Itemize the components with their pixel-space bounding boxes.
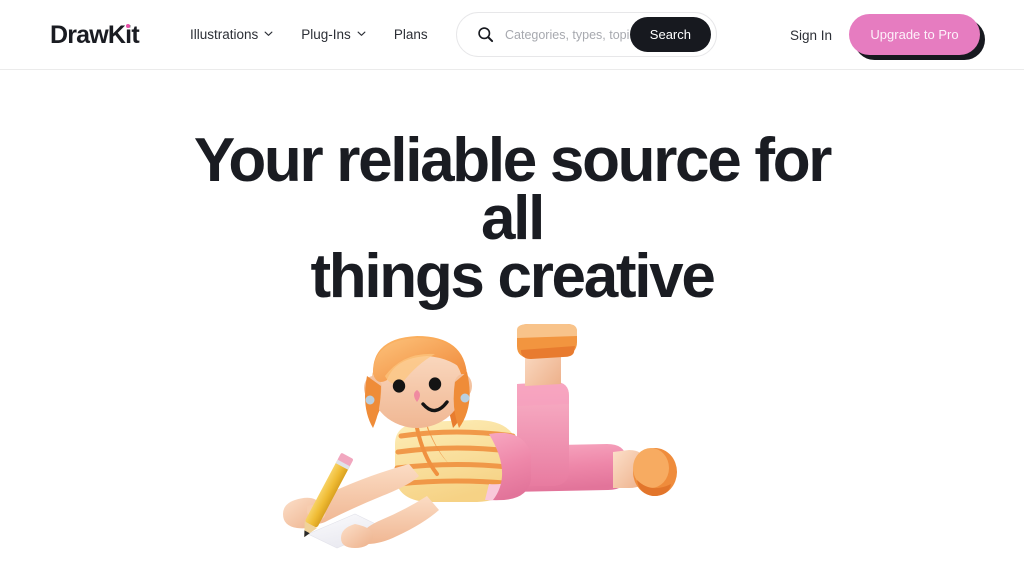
headline-line-1: Your reliable source for all (193, 126, 832, 253)
search-icon (477, 26, 494, 43)
upgrade-to-pro-button[interactable]: Upgrade to Pro (849, 14, 980, 55)
head (364, 336, 472, 428)
chevron-down-icon (357, 29, 366, 38)
upgrade-to-pro: Upgrade to Pro (849, 14, 985, 60)
nav-item-plug-ins[interactable]: Plug-Ins (301, 26, 366, 43)
page-title: Your reliable source for all things crea… (162, 70, 862, 311)
nav-item-illustrations[interactable]: Illustrations (190, 26, 273, 43)
main-nav: Illustrations Plug-Ins Plans (190, 26, 428, 43)
nav-item-plans[interactable]: Plans (394, 26, 428, 43)
search-input[interactable] (505, 27, 630, 42)
nav-item-label: Illustrations (190, 27, 259, 42)
sign-in-link[interactable]: Sign In (790, 27, 832, 44)
girl-drawing-3d-illustration (283, 324, 677, 549)
chevron-down-icon (264, 29, 273, 38)
hero-illustration-container (0, 324, 1024, 556)
torso-shirt (394, 420, 520, 502)
search-bar[interactable]: Search (456, 12, 717, 57)
hero-section: Your reliable source for all things crea… (0, 70, 1024, 568)
search-button[interactable]: Search (629, 17, 711, 52)
logo[interactable]: DrawKit (50, 21, 140, 49)
site-header: DrawKit Illustrations Plug-Ins Plans Cat… (0, 0, 1024, 70)
headline-line-2: things creative (310, 242, 715, 311)
nav-item-label: Plug-Ins (301, 27, 351, 42)
right-shoe (633, 448, 677, 496)
nav-item-label: Plans (393, 27, 428, 42)
